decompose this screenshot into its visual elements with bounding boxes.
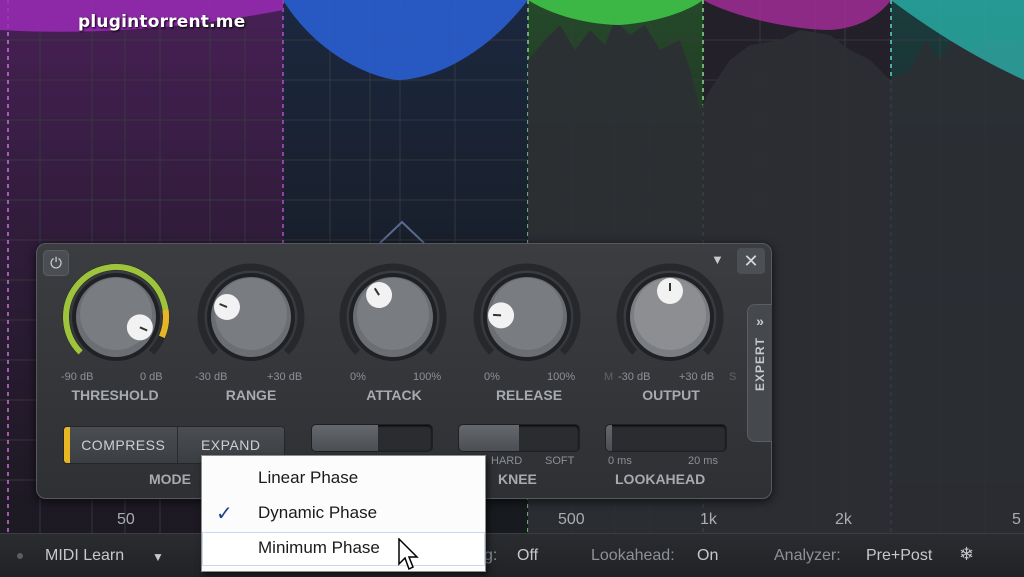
- threshold-min: -90 dB: [61, 371, 94, 383]
- oversampling-value[interactable]: Off: [517, 547, 538, 565]
- menu-item-dynamic-phase[interactable]: ✓ Dynamic Phase: [202, 497, 485, 531]
- output-side-marker: S: [729, 371, 737, 383]
- expand-arrows-icon: »: [756, 313, 764, 329]
- expert-tab-label: EXPERT: [753, 337, 767, 392]
- attack-max: 100%: [413, 371, 442, 383]
- lookahead-slider[interactable]: [605, 424, 727, 452]
- attack-label: ATTACK: [366, 387, 422, 403]
- lookahead-max: 20 ms: [688, 455, 718, 467]
- phase-mode-menu: Linear Phase ✓ Dynamic Phase Minimum Pha…: [201, 455, 486, 572]
- release-max: 100%: [547, 371, 576, 383]
- midi-learn-dropdown-icon[interactable]: ▼: [152, 550, 164, 564]
- status-bar: MIDI Learn ▼ g: Off Lookahead: On Analyz…: [0, 533, 1024, 577]
- knee-label: KNEE: [498, 471, 537, 487]
- close-icon: ✕: [743, 250, 759, 271]
- lookahead-slider-fill: [606, 425, 612, 451]
- range-knob[interactable]: [195, 262, 307, 372]
- threshold-knob[interactable]: [60, 262, 172, 372]
- release-knob[interactable]: [471, 262, 583, 372]
- attack-knob[interactable]: [337, 262, 449, 372]
- knob-pointer: [366, 282, 393, 309]
- checkmark-icon: ✓: [216, 503, 233, 525]
- oversampling-label: g:: [484, 547, 498, 564]
- range-max: +30 dB: [267, 371, 303, 383]
- knob-pointer: [126, 314, 153, 341]
- knee-slider-fill: [459, 425, 519, 451]
- output-min: -30 dB: [618, 371, 651, 383]
- lookahead-status-label: Lookahead:: [591, 547, 675, 564]
- compress-button[interactable]: COMPRESS: [70, 427, 177, 463]
- menu-item-minimum-phase[interactable]: Minimum Phase: [202, 532, 485, 566]
- freq-label-2k: 2k: [835, 511, 852, 528]
- mode-label: MODE: [149, 471, 191, 487]
- status-dot-icon: [17, 553, 23, 559]
- output-mid-marker: M: [604, 371, 614, 383]
- midi-learn-button[interactable]: MIDI Learn: [45, 547, 124, 565]
- analyzer-label: Analyzer:: [774, 547, 841, 564]
- menu-item-label: Minimum Phase: [258, 538, 380, 557]
- close-button[interactable]: ✕: [737, 248, 765, 274]
- threshold-max: 0 dB: [140, 371, 163, 383]
- knob-graphic: [62, 263, 170, 361]
- attack-min: 0%: [350, 371, 366, 383]
- lookahead-label: LOOKAHEAD: [615, 471, 706, 487]
- analyzer-value[interactable]: Pre+Post: [866, 547, 932, 565]
- watermark: plugintorrent.me: [78, 12, 246, 32]
- knob-graphic: [197, 263, 305, 361]
- menu-item-label: Dynamic Phase: [258, 503, 378, 522]
- mode-slider[interactable]: [311, 424, 433, 452]
- knob-graphic: [473, 263, 581, 361]
- mouse-cursor-icon: [398, 538, 419, 571]
- knob-graphic: [339, 263, 447, 361]
- freq-label-5k: 5: [1012, 511, 1021, 528]
- expert-tab[interactable]: » EXPERT: [747, 304, 772, 442]
- knee-min: HARD: [491, 455, 523, 467]
- range-label: RANGE: [225, 387, 277, 403]
- knob-pointer: [488, 302, 515, 329]
- lookahead-status-value[interactable]: On: [697, 547, 718, 565]
- mode-slider-fill: [312, 425, 378, 451]
- menu-item-label: Linear Phase: [258, 468, 359, 487]
- knob-graphic: [616, 263, 724, 361]
- lookahead-min: 0 ms: [608, 455, 632, 467]
- knob-pointer-line: [493, 313, 502, 317]
- threshold-label: THRESHOLD: [71, 387, 159, 403]
- output-label: OUTPUT: [642, 387, 700, 403]
- freq-label-50: 50: [117, 511, 135, 528]
- knee-max: SOFT: [545, 455, 575, 467]
- release-label: RELEASE: [495, 387, 563, 403]
- output-knob[interactable]: [614, 262, 726, 372]
- release-min: 0%: [484, 371, 500, 383]
- snowflake-icon[interactable]: ❄: [959, 544, 974, 565]
- range-min: -30 dB: [195, 371, 228, 383]
- output-max: +30 dB: [679, 371, 715, 383]
- menu-item-linear-phase[interactable]: Linear Phase: [202, 462, 485, 496]
- freq-label-1k: 1k: [700, 511, 717, 528]
- freq-label-500: 500: [558, 511, 585, 528]
- knee-slider[interactable]: [458, 424, 580, 452]
